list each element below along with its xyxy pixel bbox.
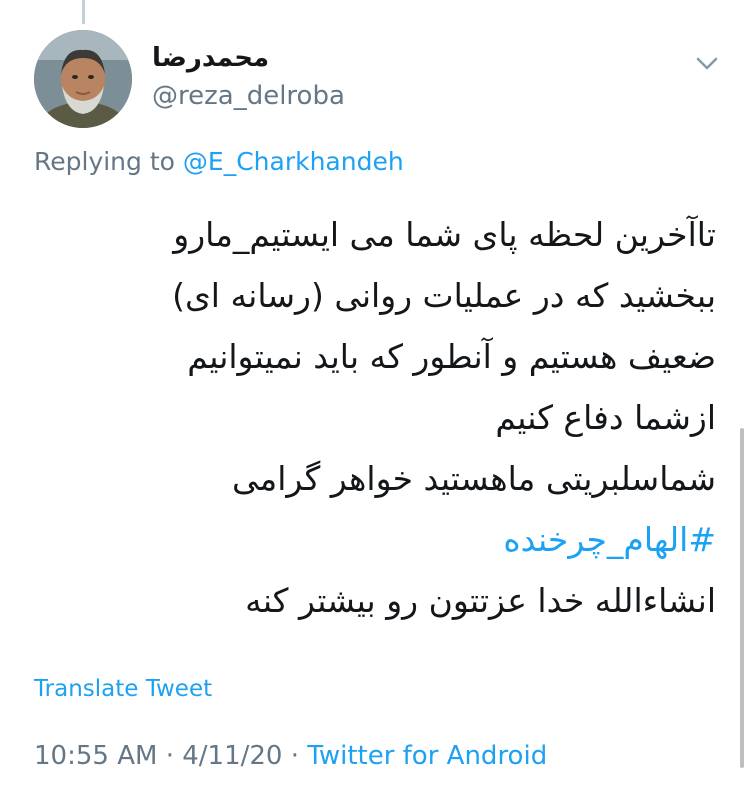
tweet-line: ازشما دفاع کنیم [495,398,716,437]
replying-to-handle-link[interactable]: @E_Charkhandeh [183,147,404,176]
tweet-metadata: 10:55 AM · 4/11/20 · Twitter for Android [34,740,547,772]
tweet-text: تاآخرین لحظه پای شما می ایستیم_مارو ببخش… [26,204,716,631]
tweet-line: انشاءالله خدا عزتتون رو بیشتر کنه [245,581,716,620]
tweet-line: ببخشید که در عملیات روانی (رسانه ای) [172,276,716,315]
replying-to-prefix: Replying to [34,147,175,176]
tweet-line: ضعیف هستیم و آنطور که باید نمیتوانیم [187,337,716,376]
translate-tweet-link[interactable]: Translate Tweet [34,674,212,704]
scrollbar-thumb[interactable] [740,428,744,768]
tweet-source-link[interactable]: Twitter for Android [307,741,547,771]
meta-separator: · [290,741,299,771]
user-handle[interactable]: @reza_delroba [152,80,345,112]
tweet-line: شماسلبریتی ماهستید خواهر گرامی [232,459,716,498]
chevron-down-icon[interactable] [692,48,722,78]
meta-separator: · [165,741,174,771]
thread-connector-line [82,0,85,24]
display-name[interactable]: محمدرضا [152,42,269,74]
tweet-date: 4/11/20 [182,741,283,771]
tweet-time: 10:55 AM [34,741,158,771]
tweet-line: تاآخرین لحظه پای شما می ایستیم_مارو [173,215,716,254]
avatar[interactable] [34,30,132,128]
replying-to-line: Replying to @E_Charkhandeh [34,146,404,178]
hashtag-link[interactable]: #الهام_چرخنده [26,509,716,570]
avatar-image [34,30,132,128]
